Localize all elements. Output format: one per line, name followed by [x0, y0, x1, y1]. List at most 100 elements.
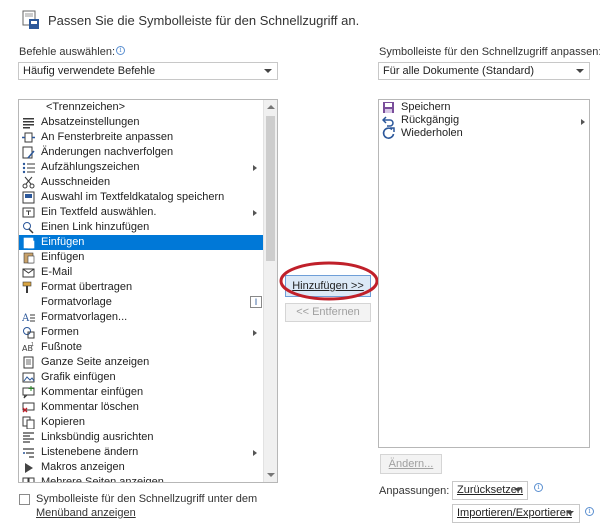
command-list-item[interactable]: Absatzeinstellungen	[19, 115, 264, 130]
bullets-icon	[22, 161, 35, 174]
textbox-save-icon	[22, 191, 35, 204]
email-icon	[22, 266, 35, 279]
command-label: Einfügen	[41, 251, 85, 263]
svg-text:1: 1	[31, 342, 34, 348]
format-painter-icon	[22, 281, 35, 294]
command-list-item[interactable]: Grafik einfügen	[19, 370, 264, 385]
command-list-item[interactable]: Linksbündig ausrichten	[19, 430, 264, 445]
command-label: Grafik einfügen	[41, 371, 116, 383]
command-list-item[interactable]: Einfügen	[19, 235, 264, 250]
command-list-item[interactable]: <Trennzeichen>	[19, 100, 264, 115]
command-label: Aufzählungszeichen	[41, 161, 140, 173]
link-icon	[22, 221, 35, 234]
toolbar-list-item[interactable]: Wiederholen	[379, 127, 579, 140]
command-list-item[interactable]: Kommentar löschen	[19, 400, 264, 415]
submenu-arrow-icon	[253, 210, 257, 216]
fit-width-icon	[22, 131, 35, 144]
paste-icon	[22, 251, 35, 264]
scroll-down-icon[interactable]	[267, 473, 275, 477]
command-list-item[interactable]: Formatvorlage I	[19, 295, 264, 310]
command-list-item[interactable]: Ein Textfeld auswählen.	[19, 205, 264, 220]
customize-toolbar-label: Symbolleiste für den Schnellzugriff anpa…	[379, 46, 600, 58]
command-list-item[interactable]: Einfügen	[19, 250, 264, 265]
remove-button[interactable]: << Entfernen	[285, 303, 371, 322]
command-label: Auswahl im Textfeldkatalog speichern	[41, 191, 225, 203]
command-list-item[interactable]: Mehrere Seiten anzeigen	[19, 475, 264, 482]
toolbar-list-item[interactable]: Speichern	[379, 101, 579, 114]
submenu-arrow-icon	[253, 330, 257, 336]
show-below-ribbon-checkbox[interactable]	[19, 494, 30, 505]
command-list-item[interactable]: Makros anzeigen	[19, 460, 264, 475]
scissors-icon	[22, 176, 35, 189]
scroll-thumb[interactable]	[266, 116, 275, 261]
command-list-item[interactable]: E-Mail	[19, 265, 264, 280]
redo-icon	[382, 127, 395, 140]
choose-commands-dropdown[interactable]: Häufig verwendete Befehle	[18, 62, 278, 80]
svg-text:A: A	[22, 313, 30, 324]
command-list-item[interactable]: Kopieren	[19, 415, 264, 430]
show-below-ribbon-label: Symbolleiste für den Schnellzugriff unte…	[36, 493, 258, 519]
footnote-icon: AB 1	[22, 341, 35, 354]
command-list-item[interactable]: Format übertragen	[19, 280, 264, 295]
info-icon: i	[534, 483, 543, 492]
reset-dropdown[interactable]: Zurücksetzen	[452, 481, 528, 500]
styles-icon: A	[21, 311, 35, 324]
submenu-arrow-icon	[253, 450, 257, 456]
chevron-down-icon	[514, 488, 522, 492]
save-icon	[382, 101, 395, 114]
choose-commands-label: Befehle auswählen: i	[19, 46, 126, 58]
command-label: Formatvorlage	[41, 296, 112, 308]
command-list-item[interactable]: Ausschneiden	[19, 175, 264, 190]
align-left-icon	[22, 431, 35, 444]
info-icon: i	[585, 507, 594, 516]
dialog-title: Passen Sie die Symbolleiste für den Schn…	[48, 13, 360, 28]
text-cursor-icon[interactable]: I	[250, 296, 262, 308]
toolbar-list-item[interactable]: Rückgängig	[379, 114, 579, 127]
command-label: Listenebene ändern	[41, 446, 139, 458]
highlight-ellipse	[278, 260, 380, 302]
undo-icon	[381, 114, 395, 127]
copy-icon	[22, 416, 35, 430]
command-list-item[interactable]: AB 1 Fußnote	[19, 340, 264, 355]
command-list-item[interactable]: Aufzählungszeichen	[19, 160, 264, 175]
command-label: Kopieren	[41, 416, 86, 428]
command-label: Absatzeinstellungen	[41, 116, 140, 128]
command-list-item[interactable]: Listenebene ändern	[19, 445, 264, 460]
toolbar-item-label: Wiederholen	[401, 127, 463, 139]
command-label: Einen Link hinzufügen	[41, 221, 150, 233]
paragraph-icon	[22, 116, 35, 129]
chevron-down-icon	[576, 69, 584, 73]
scroll-up-icon[interactable]	[267, 105, 275, 109]
command-list-item[interactable]: A Formatvorlagen...	[19, 310, 264, 325]
info-icon: i	[116, 46, 126, 55]
command-label: Formatvorlagen...	[41, 311, 128, 323]
toolbar-items-list[interactable]: Speichern Rückgängig Wiederholen	[378, 99, 590, 448]
command-list-item[interactable]: Ganze Seite anzeigen	[19, 355, 264, 370]
command-list-item[interactable]: Formen	[19, 325, 264, 340]
command-label: E-Mail	[41, 266, 73, 278]
shapes-icon	[22, 326, 35, 339]
track-changes-icon	[22, 146, 35, 159]
command-label: Formen	[41, 326, 79, 338]
commands-list-scrollbar[interactable]	[263, 100, 277, 482]
command-label: Makros anzeigen	[41, 461, 125, 473]
command-list-item[interactable]: Einen Link hinzufügen	[19, 220, 264, 235]
comment-add-icon	[22, 386, 35, 399]
commands-list[interactable]: <Trennzeichen> Absatzeinstellungen An Fens…	[18, 99, 278, 483]
command-list-item[interactable]: An Fensterbreite anpassen	[19, 130, 264, 145]
command-list-item[interactable]: Auswahl im Textfeldkatalog speichern	[19, 190, 264, 205]
modify-button[interactable]: Ändern...	[380, 454, 442, 474]
textbox-icon	[22, 206, 35, 219]
toolbar-item-label: Speichern	[401, 101, 451, 113]
command-list-item[interactable]: Kommentar einfügen	[19, 385, 264, 400]
command-list-item[interactable]: Änderungen nachverfolgen	[19, 145, 264, 160]
paste-icon	[22, 236, 35, 249]
comment-delete-icon	[22, 401, 35, 414]
multi-page-icon	[22, 476, 35, 482]
customize-scope-dropdown[interactable]: Für alle Dokumente (Standard)	[378, 62, 590, 80]
command-label: Ausschneiden	[41, 176, 111, 188]
command-label: Ein Textfeld auswählen.	[41, 206, 157, 218]
toolbar-item-label: Rückgängig	[401, 114, 460, 126]
import-export-dropdown[interactable]: Importieren/Exportieren	[452, 504, 580, 523]
command-label: Format übertragen	[41, 281, 133, 293]
